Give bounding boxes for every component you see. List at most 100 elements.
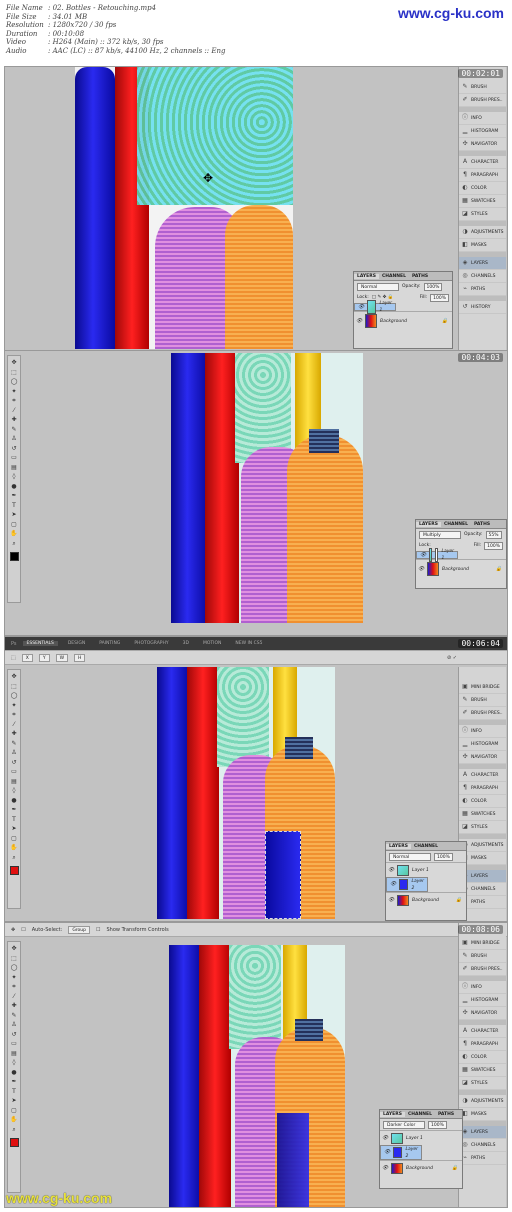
eye-icon[interactable]: 👁 bbox=[390, 881, 396, 888]
dock-brush[interactable]: ✎ BRUSH bbox=[459, 950, 506, 963]
eyedropper-tool-icon[interactable]: ⁄ bbox=[10, 407, 18, 415]
shape-tool-icon[interactable]: ▢ bbox=[10, 1107, 18, 1115]
eye-icon[interactable]: 👁 bbox=[382, 1165, 388, 1171]
opacity-field[interactable]: 100% bbox=[423, 282, 443, 291]
move-tool-icon[interactable]: ✥ bbox=[11, 927, 15, 933]
workspace-motion[interactable]: MOTION bbox=[199, 641, 225, 646]
dock-info[interactable]: ⓘ INFO bbox=[459, 112, 506, 125]
dock-layers[interactable]: ◈LAYERS bbox=[459, 257, 506, 270]
blend-mode-select[interactable]: Normal bbox=[389, 852, 431, 861]
tab-paths[interactable]: PATHS bbox=[409, 274, 431, 279]
dock-mini-bridge[interactable]: ▣ MINI BRIDGE bbox=[459, 681, 506, 694]
move-tool-icon[interactable]: ✥ bbox=[10, 945, 18, 953]
path-select-icon[interactable]: ➤ bbox=[10, 1097, 18, 1105]
move-tool-icon[interactable]: ✥ bbox=[10, 359, 18, 367]
transform-icon[interactable]: ⬚ bbox=[11, 655, 16, 661]
dock-channels[interactable]: ◎CHANNELS bbox=[459, 270, 506, 283]
blend-mode-select[interactable]: Multiply bbox=[419, 530, 461, 539]
foreground-color[interactable] bbox=[9, 866, 19, 875]
dock-histogram[interactable]: ▁ HISTOGRAM bbox=[459, 125, 506, 138]
gradient-tool-icon[interactable]: ▤ bbox=[10, 778, 18, 786]
brush-tool-icon[interactable]: ✎ bbox=[10, 1012, 18, 1020]
marquee-tool-icon[interactable]: ⬚ bbox=[10, 683, 18, 691]
zoom-tool-icon[interactable]: ⌕ bbox=[10, 1126, 18, 1134]
layer-row[interactable]: 👁 Layer 2 bbox=[386, 877, 428, 892]
auto-select-dropdown[interactable]: Group bbox=[68, 925, 91, 934]
opacity-field[interactable]: 55% bbox=[485, 530, 502, 539]
eye-icon[interactable]: 👁 bbox=[356, 318, 362, 324]
eye-icon[interactable]: 👁 bbox=[418, 566, 424, 572]
shape-tool-icon[interactable]: ▢ bbox=[10, 521, 18, 529]
dodge-tool-icon[interactable]: ● bbox=[10, 797, 18, 805]
healing-tool-icon[interactable]: ✚ bbox=[10, 730, 18, 738]
foreground-color[interactable] bbox=[9, 1138, 19, 1147]
x-field[interactable]: X bbox=[21, 653, 33, 662]
workspace-new-in-cs5[interactable]: NEW IN CS5 bbox=[231, 641, 266, 646]
dock-paths[interactable]: ⌁PATHS bbox=[459, 283, 506, 296]
y-field[interactable]: Y bbox=[38, 653, 50, 662]
zoom-tool-icon[interactable]: ⌕ bbox=[10, 540, 18, 548]
dock-styles[interactable]: ◪ STYLES bbox=[459, 821, 506, 834]
eye-icon[interactable]: 👁 bbox=[384, 1149, 390, 1156]
healing-tool-icon[interactable]: ✚ bbox=[10, 1002, 18, 1010]
workspace-design[interactable]: DESIGN bbox=[64, 641, 89, 646]
eye-icon[interactable]: 👁 bbox=[388, 867, 394, 873]
dock-navigator[interactable]: ✣ NAVIGATOR bbox=[459, 751, 506, 764]
dock-channels[interactable]: ◎CHANNELS bbox=[459, 1139, 506, 1152]
dock-styles[interactable]: ◪ STYLES bbox=[459, 1077, 506, 1090]
dock-brush[interactable]: ✎ BRUSH bbox=[459, 81, 506, 94]
quick-select-tool-icon[interactable]: ✦ bbox=[10, 702, 18, 710]
dock-brush-presets[interactable]: ✐ BRUSH PRES.. bbox=[459, 707, 506, 720]
eyedropper-tool-icon[interactable]: ⁄ bbox=[10, 993, 18, 1001]
eye-icon[interactable]: 👁 bbox=[388, 897, 394, 903]
blur-tool-icon[interactable]: ◊ bbox=[10, 787, 18, 795]
eye-icon[interactable]: 👁 bbox=[382, 1135, 388, 1141]
dock-character[interactable]: A CHARACTER bbox=[459, 1025, 506, 1038]
history-brush-icon[interactable]: ↺ bbox=[10, 1031, 18, 1039]
pen-tool-icon[interactable]: ✒ bbox=[10, 492, 18, 500]
w-field[interactable]: W bbox=[55, 653, 69, 662]
dock-navigator[interactable]: ✣ NAVIGATOR bbox=[459, 1007, 506, 1020]
path-select-icon[interactable]: ➤ bbox=[10, 511, 18, 519]
marquee-tool-icon[interactable]: ⬚ bbox=[10, 955, 18, 963]
dock-info[interactable]: ⓘ INFO bbox=[459, 725, 506, 738]
dock-masks[interactable]: ◧MASKS bbox=[459, 239, 506, 252]
history-brush-icon[interactable]: ↺ bbox=[10, 759, 18, 767]
pen-tool-icon[interactable]: ✒ bbox=[10, 806, 18, 814]
dock-navigator[interactable]: ✣ NAVIGATOR bbox=[459, 138, 506, 151]
blend-mode-select[interactable]: Darker Color bbox=[383, 1120, 425, 1129]
dock-brush-presets[interactable]: ✐ BRUSH PRES.. bbox=[459, 94, 506, 107]
brush-tool-icon[interactable]: ✎ bbox=[10, 740, 18, 748]
eraser-tool-icon[interactable]: ▭ bbox=[10, 454, 18, 462]
lasso-tool-icon[interactable]: ◯ bbox=[10, 692, 18, 700]
stamp-tool-icon[interactable]: ♙ bbox=[10, 435, 18, 443]
dock-paragraph[interactable]: ¶ PARAGRAPH bbox=[459, 169, 506, 182]
tab-layers[interactable]: LAYERS bbox=[416, 521, 441, 527]
blur-tool-icon[interactable]: ◊ bbox=[10, 473, 18, 481]
workspace-3d[interactable]: 3D bbox=[179, 641, 193, 646]
hand-tool-icon[interactable]: ✋ bbox=[10, 530, 18, 538]
eraser-tool-icon[interactable]: ▭ bbox=[10, 768, 18, 776]
h-field[interactable]: H bbox=[74, 653, 86, 662]
fill-field[interactable]: 100% bbox=[430, 293, 449, 302]
move-tool-icon[interactable]: ✥ bbox=[10, 673, 18, 681]
opacity-field[interactable]: 100% bbox=[428, 1120, 447, 1129]
brush-tool-icon[interactable]: ✎ bbox=[10, 426, 18, 434]
workspace-essentials[interactable]: ESSENTIALS bbox=[22, 641, 58, 646]
gradient-tool-icon[interactable]: ▤ bbox=[10, 1050, 18, 1058]
crop-tool-icon[interactable]: ⌗ bbox=[10, 711, 18, 719]
hand-tool-icon[interactable]: ✋ bbox=[10, 844, 18, 852]
dock-character[interactable]: A CHARACTER bbox=[459, 769, 506, 782]
stamp-tool-icon[interactable]: ♙ bbox=[10, 749, 18, 757]
gradient-tool-icon[interactable]: ▤ bbox=[10, 464, 18, 472]
dock-paths[interactable]: ⌁PATHS bbox=[459, 1152, 506, 1165]
dock-color[interactable]: ◐ COLOR bbox=[459, 795, 506, 808]
layer-row[interactable]: 👁 Background 🔒 bbox=[380, 1160, 462, 1175]
dock-masks[interactable]: ◧MASKS bbox=[459, 1108, 506, 1121]
opacity-field[interactable]: 100% bbox=[434, 852, 453, 861]
dock-styles[interactable]: ◪ STYLES bbox=[459, 208, 506, 221]
dock-history[interactable]: ↺ HISTORY bbox=[459, 301, 506, 314]
layer-row[interactable]: 👁 Layer 1 bbox=[354, 300, 396, 314]
tab-layers[interactable]: LAYERS bbox=[380, 1111, 405, 1117]
stamp-tool-icon[interactable]: ♙ bbox=[10, 1021, 18, 1029]
